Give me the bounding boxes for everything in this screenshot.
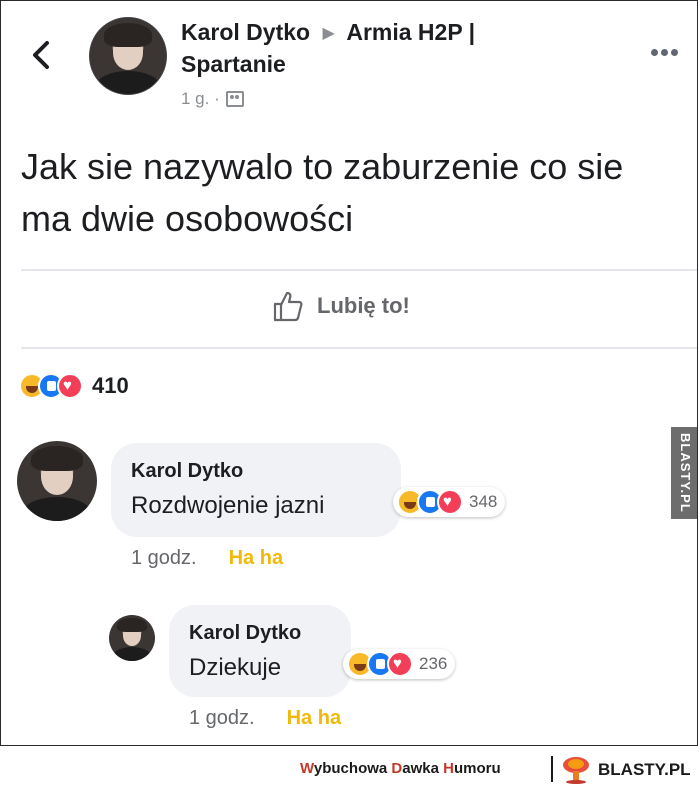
author-name[interactable]: Karol Dytko — [181, 19, 310, 45]
back-chevron-icon[interactable] — [29, 39, 53, 71]
post-text: Jak sie nazywalo to zaburzenie co sie ma… — [21, 146, 624, 239]
footer-brand: BLASTY.PL — [598, 760, 691, 779]
comment-text: Rozdwojenie jazni — [131, 492, 325, 519]
haha-reaction-link[interactable]: Ha ha — [287, 707, 341, 730]
like-label: Lubię to! — [317, 293, 410, 318]
comment-time[interactable]: 1 godz. — [131, 547, 197, 570]
group-name[interactable]: Armia H2P | — [346, 19, 475, 45]
like-button[interactable]: Lubię to! — [271, 289, 410, 323]
comment-reaction-count: 348 — [469, 492, 498, 511]
comment-actions: 1 godz. Ha ha — [131, 547, 283, 570]
footer-separator — [551, 756, 553, 782]
post-header: Karol Dytko ▶ Armia H2P | Spartanie — [181, 17, 601, 80]
thumbs-up-icon — [273, 291, 303, 322]
comment-author[interactable]: Karol Dytko — [131, 457, 381, 485]
comment-reactions[interactable]: 348 — [393, 487, 506, 517]
haha-reaction-link[interactable]: Ha ha — [229, 547, 283, 570]
reply-text: Dziekuje — [189, 654, 282, 681]
tagline-word: umoru — [453, 760, 501, 777]
tagline-word: awka — [402, 760, 444, 777]
footer-watermark: Wybuchowa Dawka Humoru BLASTY.PL — [0, 746, 700, 789]
comment-avatar[interactable] — [17, 441, 97, 521]
reply-avatar[interactable] — [109, 615, 155, 661]
post-frame: Karol Dytko ▶ Armia H2P | Spartanie 1 g.… — [0, 0, 698, 746]
love-reaction-icon — [57, 373, 83, 399]
post-reactions[interactable]: 410 — [19, 373, 129, 399]
tagline-word: ybuchowa — [313, 760, 392, 777]
tagline-letter: W — [300, 760, 314, 777]
side-watermark: BLASTY.PL — [671, 427, 697, 519]
caret-right-icon: ▶ — [322, 25, 335, 42]
reply-actions: 1 godz. Ha ha — [189, 707, 341, 730]
reply-reactions[interactable]: 236 — [343, 649, 456, 679]
divider — [21, 347, 697, 349]
group-name-cont[interactable]: Spartanie — [181, 51, 286, 77]
divider — [21, 269, 697, 271]
tagline-letter: H — [443, 760, 454, 777]
comment-bubble: Karol Dytko Rozdwojenie jazni — [111, 443, 401, 537]
reply-bubble: Karol Dytko Dziekuje — [169, 605, 351, 697]
explosion-logo-icon — [563, 757, 589, 784]
group-icon — [225, 91, 244, 107]
reply-time[interactable]: 1 godz. — [189, 707, 255, 730]
post-meta: 1 g. · — [181, 89, 244, 109]
reply-reaction-count: 236 — [419, 654, 448, 673]
post-time[interactable]: 1 g. · — [181, 89, 220, 109]
tagline-letter: D — [391, 760, 403, 777]
author-avatar[interactable] — [89, 17, 167, 95]
reply-author[interactable]: Karol Dytko — [189, 619, 331, 647]
love-reaction-icon — [437, 489, 463, 515]
love-reaction-icon — [387, 651, 413, 677]
reactions-count: 410 — [92, 373, 129, 398]
more-options-icon[interactable] — [651, 43, 685, 59]
footer-tagline: Wybuchowa Dawka Humoru — [300, 760, 501, 777]
